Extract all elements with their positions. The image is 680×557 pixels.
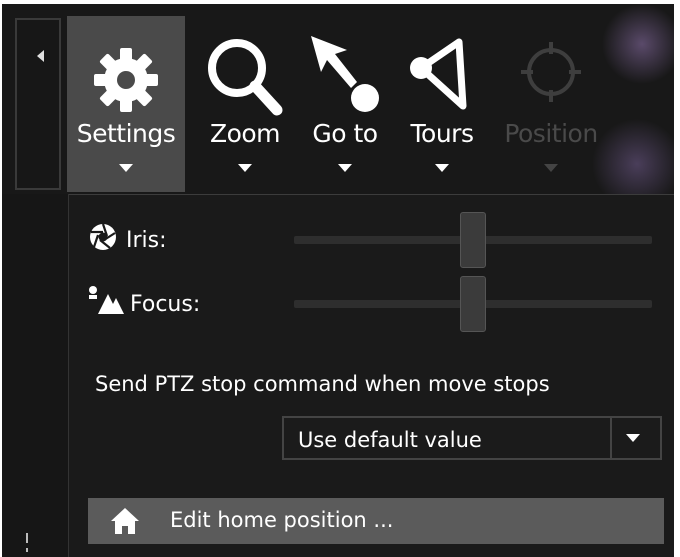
collapse-panel-button[interactable] [15, 18, 61, 190]
tours-icon [410, 38, 467, 110]
goto-arrow-icon [311, 36, 379, 112]
edit-home-position-button[interactable]: Edit home position ... [88, 498, 664, 544]
crosshair-icon [521, 42, 581, 102]
tours-label: Tours [410, 119, 474, 148]
zoom-label: Zoom [209, 119, 281, 148]
ptz-toolbar: Settings Zoom Go to Tours Position [67, 16, 627, 192]
position-label: Position [504, 119, 598, 148]
ptz-stop-label: Send PTZ stop command when move stops [95, 372, 550, 396]
ptz-panel-screenshot: Settings Zoom Go to Tours Position Iris:… [0, 0, 680, 557]
goto-label: Go to [312, 119, 378, 148]
settings-tool-button[interactable]: Settings [67, 16, 185, 192]
slider-thumb[interactable] [460, 276, 486, 332]
dropdown-separator [610, 418, 612, 458]
ptz-stop-selected-value: Use default value [298, 428, 482, 452]
ptz-stop-select[interactable]: Use default value [282, 416, 662, 460]
ptz-control-panel: Settings Zoom Go to Tours Position Iris:… [2, 4, 674, 557]
side-rail [2, 194, 69, 557]
chevron-down-icon [544, 164, 558, 172]
chevron-down-icon [238, 164, 252, 172]
home-icon [111, 508, 139, 534]
focus-label: Focus: [130, 292, 201, 317]
chevron-down-icon [338, 164, 352, 172]
slider-thumb[interactable] [460, 212, 486, 268]
edit-home-position-label: Edit home position ... [170, 508, 394, 532]
position-tool-button[interactable]: Position [495, 16, 607, 192]
chevron-left-icon [37, 50, 44, 62]
chevron-down-icon [119, 164, 133, 172]
focus-slider[interactable] [294, 276, 652, 332]
iris-slider[interactable] [294, 212, 652, 268]
rail-marker [26, 548, 28, 552]
rail-marker [26, 533, 28, 543]
iris-label: Iris: [126, 228, 167, 253]
gear-icon [94, 48, 158, 112]
tours-tool-button[interactable]: Tours [399, 16, 485, 192]
magnifier-icon [208, 39, 283, 116]
chevron-down-icon[interactable] [626, 434, 640, 442]
chevron-down-icon [435, 164, 449, 172]
goto-tool-button[interactable]: Go to [299, 16, 391, 192]
focus-landscape-icon [89, 286, 124, 314]
divider [67, 194, 674, 195]
zoom-tool-button[interactable]: Zoom [195, 16, 295, 192]
settings-label: Settings [76, 119, 176, 148]
aperture-icon [90, 223, 116, 250]
